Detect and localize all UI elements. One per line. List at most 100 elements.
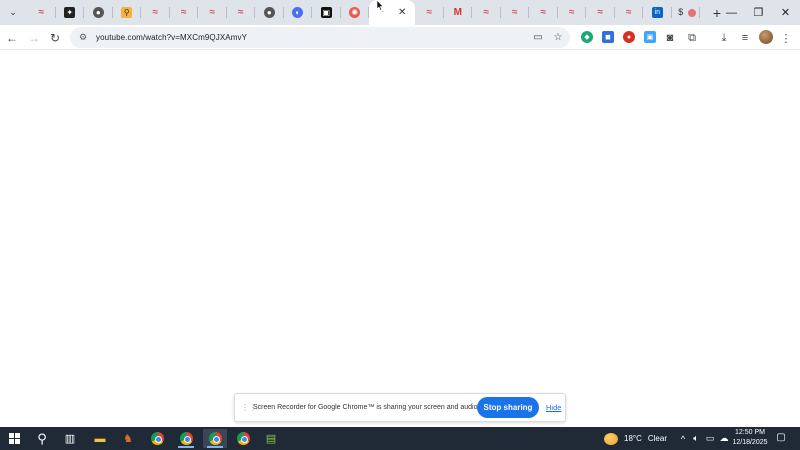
task-view-button[interactable]: ▥: [58, 429, 82, 448]
windows-logo-icon: [8, 433, 20, 444]
close-window-button[interactable]: ✕: [772, 0, 799, 25]
chrome-button[interactable]: [145, 429, 169, 448]
tab[interactable]: in: [643, 0, 672, 25]
wave-icon: ≈: [512, 6, 518, 18]
yellow-logo-icon: ⚲: [121, 7, 133, 18]
notepad-button[interactable]: ▤: [259, 429, 283, 448]
weather-widget[interactable]: 18°C Clear: [604, 427, 667, 450]
reload-button[interactable]: ↻: [45, 28, 65, 48]
tab-active[interactable]: · ✕: [369, 0, 415, 25]
menu-kebab-icon[interactable]: ⋮: [776, 28, 796, 48]
tab[interactable]: ≈: [529, 0, 558, 25]
tab[interactable]: ≈: [415, 0, 444, 25]
tab[interactable]: ✦: [56, 0, 85, 25]
weather-temp: 18°C: [624, 434, 642, 443]
tab[interactable]: ◐: [284, 0, 313, 25]
tab[interactable]: ▣: [312, 0, 341, 25]
tab[interactable]: $: [672, 0, 701, 25]
search-button[interactable]: ⚲: [30, 429, 54, 448]
tab[interactable]: ≈: [615, 0, 644, 25]
stop-sharing-button[interactable]: Stop sharing: [477, 397, 539, 418]
address-bar[interactable]: ⚙ youtube.com/watch?v=MXCm9QJXAmvY ▭ ☆: [70, 27, 570, 48]
page-content: [0, 51, 800, 428]
screen-recorder-extension-icon[interactable]: ●: [623, 31, 635, 43]
chrome-icon: [236, 432, 250, 445]
wave-icon: ≈: [597, 6, 604, 18]
tab[interactable]: ≈: [170, 0, 199, 25]
tab[interactable]: ≈: [141, 0, 170, 25]
extension-blue-icon[interactable]: ◼: [602, 31, 614, 43]
chrome-icon: [208, 432, 222, 445]
network-icon[interactable]: ▭: [704, 427, 716, 450]
profile-avatar[interactable]: [759, 30, 773, 44]
file-explorer-button[interactable]: ▬: [88, 429, 112, 448]
address-url[interactable]: youtube.com/watch?v=MXCm9QJXAmvY: [96, 33, 247, 42]
close-icon: ✕: [780, 7, 791, 19]
tab[interactable]: ●: [84, 0, 113, 25]
chrome-button-running[interactable]: [174, 429, 198, 448]
back-button[interactable]: ←: [2, 28, 22, 48]
cloud-icon[interactable]: ☁: [718, 427, 730, 450]
wave-icon: ≈: [38, 6, 45, 18]
tab[interactable]: ⚲: [113, 0, 142, 25]
chrome-button-active[interactable]: [203, 429, 227, 448]
drag-handle-icon[interactable]: ⋮⋮: [241, 403, 257, 412]
tab[interactable]: ✺: [341, 0, 370, 25]
tab[interactable]: ≈: [586, 0, 615, 25]
forward-button[interactable]: →: [24, 28, 44, 48]
restore-icon: ❐: [753, 7, 764, 19]
tab-search-button[interactable]: ⌄: [3, 3, 23, 23]
media-control-icon[interactable]: ≡: [735, 28, 755, 48]
show-hidden-icons-button[interactable]: ^: [677, 427, 689, 450]
tab[interactable]: ≈: [227, 0, 256, 25]
tab[interactable]: ●: [255, 0, 284, 25]
chrome-profile-button[interactable]: [231, 429, 255, 448]
tab[interactable]: M: [444, 0, 473, 25]
share-message: Screen Recorder for Google Chrome™ is sh…: [253, 404, 480, 411]
extension-lightblue-icon[interactable]: ▣: [644, 31, 656, 43]
minimize-button[interactable]: —: [718, 0, 745, 25]
search-icon: ⚲: [37, 430, 47, 446]
install-app-icon[interactable]: ▭: [529, 27, 547, 48]
restore-button[interactable]: ❐: [745, 0, 772, 25]
wave-icon: ≈: [483, 6, 490, 18]
bookmark-star-icon[interactable]: ☆: [549, 27, 567, 48]
gray-circle-icon: ●: [263, 7, 275, 18]
wave-icon: ≈: [152, 6, 159, 18]
dollar-icon: $: [678, 7, 684, 17]
volume-icon[interactable]: 🔈︎: [690, 427, 702, 450]
chrome-icon: [179, 432, 193, 445]
wave-icon: ≈: [569, 6, 575, 18]
tab-list: ≈ ✦ ● ⚲ ≈ ≈ ≈ ≈ ● ◐ ▣ ✺ · ✕ ≈ M ≈ ≈ ≈ ≈ …: [27, 0, 700, 25]
extension-green-icon[interactable]: ◆: [581, 31, 593, 43]
extensions-puzzle-icon[interactable]: ⧉: [682, 28, 702, 48]
camera-icon[interactable]: ◙: [660, 28, 680, 48]
linkedin-icon: in: [651, 7, 663, 18]
tab[interactable]: ≈: [27, 0, 56, 25]
wave-icon: ≈: [181, 6, 187, 18]
toolbar: ← → ↻ ⚙ youtube.com/watch?v=MXCm9QJXAmvY…: [0, 25, 800, 50]
tab[interactable]: ≈: [501, 0, 530, 25]
close-icon[interactable]: ✕: [398, 7, 406, 18]
wave-icon: ≈: [540, 6, 547, 18]
tab[interactable]: ≈: [472, 0, 501, 25]
tab[interactable]: ≈: [198, 0, 227, 25]
wave-icon: ≈: [426, 6, 433, 18]
site-settings-icon[interactable]: ⚙: [76, 32, 90, 43]
gray-circle-icon: ●: [92, 7, 104, 18]
tab[interactable]: ≈: [558, 0, 587, 25]
download-icon[interactable]: ⤓: [714, 28, 734, 48]
chevron-up-icon: ^: [680, 433, 686, 444]
hide-link[interactable]: Hide: [546, 403, 561, 412]
app-button[interactable]: ♞: [116, 429, 140, 448]
weather-condition: Clear: [647, 434, 667, 443]
blue-logo-icon: ◐: [292, 7, 304, 18]
chevron-down-icon: ⌄: [9, 7, 17, 17]
notification-center-button[interactable]: ▢: [774, 430, 788, 444]
gmail-icon: M: [453, 6, 462, 18]
start-button[interactable]: [2, 429, 26, 448]
chrome-icon: [150, 432, 164, 445]
app-icon: ♞: [123, 433, 133, 445]
system-clock[interactable]: 12:50 PM 12/18/2025: [730, 428, 770, 450]
notepad-icon: ▤: [265, 433, 277, 445]
